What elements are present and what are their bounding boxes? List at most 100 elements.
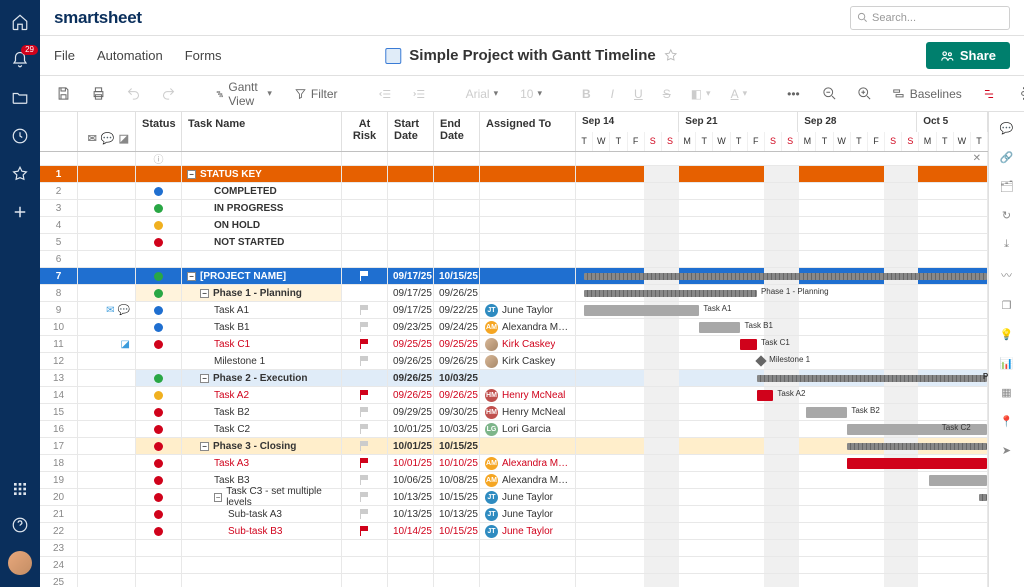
assigned-cell[interactable] [480,574,576,587]
risk-cell[interactable] [342,319,388,336]
end-date-cell[interactable]: 09/26/25 [434,353,480,370]
table-row[interactable]: 9✉💬Task A109/17/2509/22/25JTJune TaylorT… [40,302,988,319]
end-date-cell[interactable] [434,183,480,200]
gantt-cell[interactable]: Task C1 [576,336,988,353]
redo-button[interactable] [155,83,182,104]
status-cell[interactable] [136,387,182,404]
risk-cell[interactable] [342,166,388,183]
task-cell[interactable]: Task B1 [182,319,342,336]
task-cell[interactable]: Task A1 [182,302,342,319]
risk-cell[interactable] [342,489,388,506]
table-row[interactable]: 6 [40,251,988,268]
table-row[interactable]: 15Task B209/29/2509/30/25HMHenry McNealT… [40,404,988,421]
gantt-cell[interactable]: Task A2 [576,387,988,404]
col-assigned[interactable]: Assigned To [480,112,576,151]
risk-cell[interactable] [342,574,388,587]
assigned-cell[interactable]: HMHenry McNeal [480,387,576,404]
gantt-cell[interactable] [576,574,988,587]
undo-button[interactable] [120,83,147,104]
gantt-cell[interactable] [576,251,988,268]
task-cell[interactable]: Sub-task B3 [182,523,342,540]
status-cell[interactable] [136,523,182,540]
ideas-icon[interactable]: 💡 [1000,328,1014,341]
gantt-cell[interactable] [576,489,988,506]
export-icon[interactable]: ⤓ [1004,238,1009,251]
attachments-icon[interactable]: 🔗 [1000,151,1014,164]
assigned-cell[interactable] [480,268,576,285]
task-cell[interactable]: NOT STARTED [182,234,342,251]
zoom-in-button[interactable] [851,83,878,104]
send-icon[interactable]: ➤ [1002,444,1011,457]
risk-cell[interactable] [342,336,388,353]
mail-icon[interactable]: ✉ [106,305,114,316]
table-row[interactable]: 21Sub-task A310/13/2510/13/25JTJune Tayl… [40,506,988,523]
risk-cell[interactable] [342,251,388,268]
task-cell[interactable]: Task C2 [182,421,342,438]
status-cell[interactable] [136,319,182,336]
assigned-cell[interactable]: LGLori Garcia [480,421,576,438]
status-cell[interactable] [136,166,182,183]
end-date-cell[interactable]: 10/08/25 [434,472,480,489]
gantt-bar[interactable] [806,407,847,418]
status-cell[interactable] [136,217,182,234]
risk-cell[interactable] [342,183,388,200]
risk-cell[interactable] [342,302,388,319]
view-switcher[interactable]: Gantt View ▾ [210,77,278,111]
task-cell[interactable]: Task B2 [182,404,342,421]
risk-cell[interactable] [342,540,388,557]
expand-toggle[interactable]: − [187,170,196,179]
start-date-cell[interactable] [388,166,434,183]
table-row[interactable]: 7−[PROJECT NAME]09/17/2510/15/25 [40,268,988,285]
assigned-cell[interactable]: AMAlexandra Mattson [480,455,576,472]
menu-forms[interactable]: Forms [185,48,222,63]
gantt-cell[interactable] [576,506,988,523]
end-date-cell[interactable]: 09/25/25 [434,336,480,353]
start-date-cell[interactable]: 10/01/25 [388,455,434,472]
col-task[interactable]: Task Name [182,112,342,151]
gantt-cell[interactable] [576,472,988,489]
assigned-cell[interactable] [480,166,576,183]
risk-cell[interactable] [342,472,388,489]
start-date-cell[interactable]: 10/14/25 [388,523,434,540]
gantt-cell[interactable]: Phase 1 - Planning [576,285,988,302]
pin-icon[interactable]: 📍 [1000,415,1014,428]
filter-button[interactable]: Filter [288,84,344,104]
table-row[interactable]: 18Task A310/01/2510/10/25AMAlexandra Mat… [40,455,988,472]
status-cell[interactable] [136,404,182,421]
comments-icon[interactable]: 💬 [1000,122,1014,135]
gantt-cell[interactable]: Task B2 [576,404,988,421]
end-date-cell[interactable] [434,251,480,268]
status-cell[interactable] [136,438,182,455]
gantt-cell[interactable] [576,183,988,200]
table-row[interactable]: 5NOT STARTED [40,234,988,251]
risk-cell[interactable] [342,421,388,438]
font-select[interactable]: Arial ▾ [460,84,505,104]
gantt-bar[interactable] [757,390,773,401]
gantt-cell[interactable]: Task C2 [576,421,988,438]
share-button[interactable]: Share [926,42,1010,69]
assigned-cell[interactable] [480,540,576,557]
gantt-bar[interactable] [847,458,987,469]
strike-button[interactable]: S [657,84,677,104]
text-color-button[interactable]: A▾ [725,84,754,104]
activity-icon[interactable]: 〰 [1001,267,1012,283]
end-date-cell[interactable] [434,200,480,217]
start-date-cell[interactable]: 09/23/25 [388,319,434,336]
start-date-cell[interactable] [388,574,434,587]
col-start[interactable]: Start Date [388,112,434,151]
search-input[interactable]: Search... [850,6,1010,30]
star-icon[interactable] [664,48,679,63]
risk-cell[interactable] [342,506,388,523]
start-date-cell[interactable] [388,200,434,217]
risk-cell[interactable] [342,404,388,421]
end-date-cell[interactable]: 10/15/25 [434,523,480,540]
risk-cell[interactable] [342,387,388,404]
end-date-cell[interactable]: 09/22/25 [434,302,480,319]
start-date-cell[interactable]: 10/01/25 [388,421,434,438]
gantt-cell[interactable] [576,268,988,285]
risk-cell[interactable] [342,217,388,234]
risk-cell[interactable] [342,438,388,455]
task-cell[interactable]: −[PROJECT NAME] [182,268,342,285]
gantt-bar[interactable] [584,273,987,280]
workapps-icon[interactable]: 🗂 [1000,180,1014,193]
